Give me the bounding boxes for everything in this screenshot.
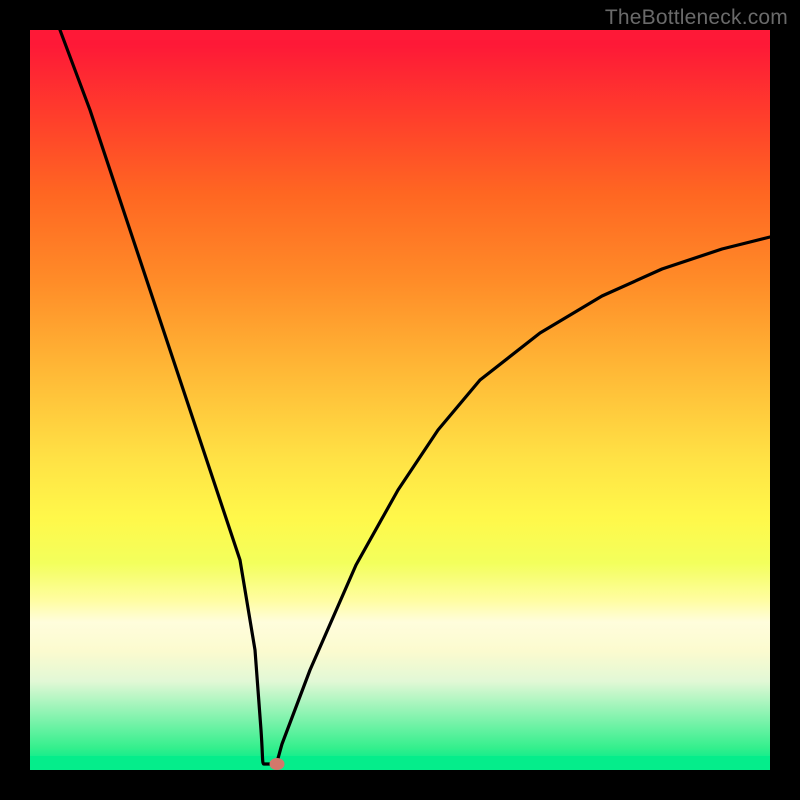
bottleneck-curve-path (60, 30, 770, 764)
gradient-plot-area (30, 30, 770, 770)
watermark-text: TheBottleneck.com (605, 6, 788, 30)
curve-svg (30, 30, 770, 770)
optimum-marker (270, 758, 285, 770)
chart-canvas: TheBottleneck.com (0, 0, 800, 800)
